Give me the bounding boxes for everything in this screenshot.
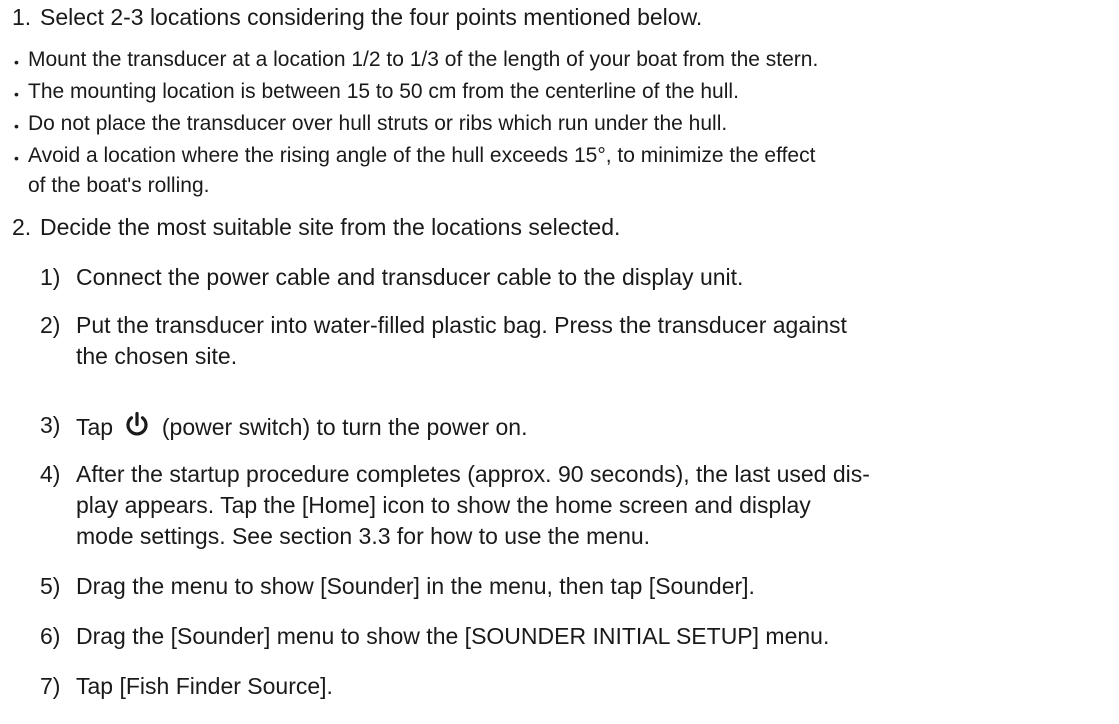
substep-3-number: 3) <box>40 412 61 438</box>
substep-1-number: 1) <box>40 264 61 290</box>
bullet-dot: • <box>14 54 19 70</box>
substep-4-number: 4) <box>40 461 61 487</box>
substep-5-text: Drag the menu to show [Sounder] in the m… <box>76 573 755 599</box>
step-text: Select 2-3 locations considering the fou… <box>40 4 703 30</box>
substep-3-text: Tap (power switch) to turn the power on. <box>76 411 527 441</box>
substep-2-number: 2) <box>40 312 61 338</box>
step-2: 2. Decide the most suitable site from th… <box>12 213 620 241</box>
bullet-dot: • <box>14 150 19 166</box>
step-1: 1. Select 2-3 locations considering the … <box>12 3 702 31</box>
bullet-dot: • <box>14 118 19 134</box>
bullet-item: The mounting location is between 15 to 5… <box>28 80 739 103</box>
bullet-item-continuation: of the boat's rolling. <box>28 174 210 197</box>
substep-3-after: (power switch) to turn the power on. <box>161 414 528 440</box>
step-number: 2. <box>12 214 32 240</box>
substep-2-text: Put the transducer into water-filled pla… <box>76 312 847 338</box>
step-number: 1. <box>12 4 32 30</box>
bullet-item: Avoid a location where the rising angle … <box>28 144 816 167</box>
step-text: Decide the most suitable site from the l… <box>40 214 621 240</box>
substep-7-number: 7) <box>40 673 61 699</box>
bullet-dot: • <box>14 86 19 102</box>
instruction-page: 1. Select 2-3 locations considering the … <box>0 0 1119 724</box>
bullet-item: Mount the transducer at a location 1/2 t… <box>28 48 819 71</box>
substep-6-number: 6) <box>40 623 61 649</box>
substep-6-text: Drag the [Sounder] menu to show the [SOU… <box>76 623 830 649</box>
substep-7-text: Tap [Fish Finder Source]. <box>76 673 333 699</box>
substep-5-number: 5) <box>40 573 61 599</box>
substep-1-text: Connect the power cable and transducer c… <box>76 264 744 290</box>
substep-4-text-continuation: play appears. Tap the [Home] icon to sho… <box>76 492 811 518</box>
power-icon <box>126 411 149 436</box>
substep-4-text-continuation: mode settings. See section 3.3 for how t… <box>76 523 651 549</box>
substep-2-text-continuation: the chosen site. <box>76 343 238 369</box>
substep-4-text: After the startup procedure completes (a… <box>76 461 870 487</box>
substep-3-before: Tap <box>76 414 114 440</box>
bullet-item: Do not place the transducer over hull st… <box>28 112 728 135</box>
